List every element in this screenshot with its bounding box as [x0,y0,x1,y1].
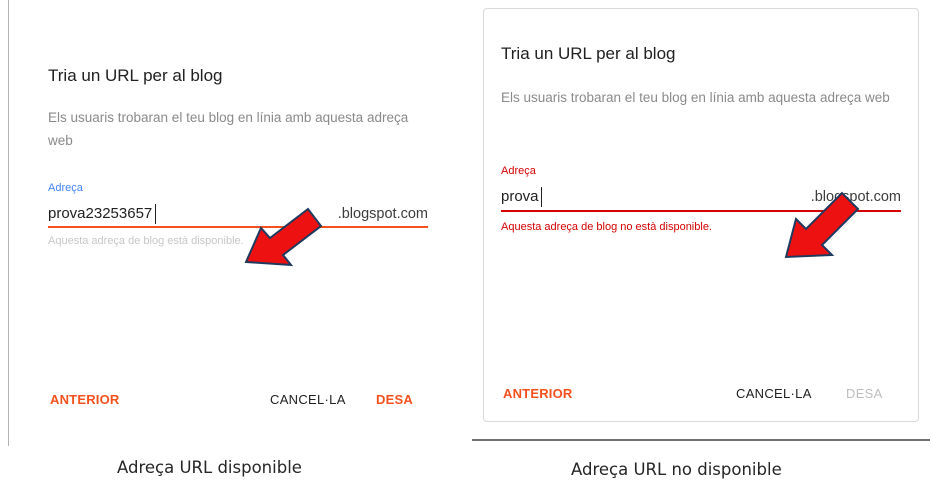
unavailable-error-text: Aquesta adreça de blog no està disponibl… [501,221,712,233]
save-button-disabled: DESA [846,386,883,401]
arrow-pointer-icon [244,207,323,267]
text-caret [541,187,542,207]
back-button[interactable]: ANTERIOR [503,386,573,401]
right-divider-line [472,439,930,441]
caption-unavailable: Adreça URL no disponible [571,460,782,479]
arrow-pointer-icon [784,191,860,259]
save-button[interactable]: DESA [376,392,413,407]
back-button[interactable]: ANTERIOR [50,392,120,407]
address-input-value[interactable]: prova23253657 [48,205,152,222]
address-field-label: Adreça [501,165,536,177]
address-input-value[interactable]: prova [501,188,539,205]
blogspot-suffix: .blogspot.com [337,206,428,222]
dialog-description: Els usuaris trobaran el teu blog en líni… [48,110,409,148]
left-divider [8,0,9,446]
right-dialog: Tria un URL per al blog Els usuaris trob… [483,8,919,422]
caption-available: Adreça URL disponible [117,458,302,477]
address-field-label: Adreça [48,182,83,194]
dialog-description: Els usuaris trobaran el teu blog en líni… [501,90,890,105]
left-dialog: Tria un URL per al blog Els usuaris trob… [0,0,460,450]
text-caret [155,204,156,224]
dialog-title: Tria un URL per al blog [501,44,676,63]
dialog-title: Tria un URL per al blog [48,66,223,85]
availability-helper-text: Aquesta adreça de blog està disponible. [48,235,244,247]
cancel-button[interactable]: CANCEL·LA [736,386,812,401]
cancel-button[interactable]: CANCEL·LA [270,392,346,407]
